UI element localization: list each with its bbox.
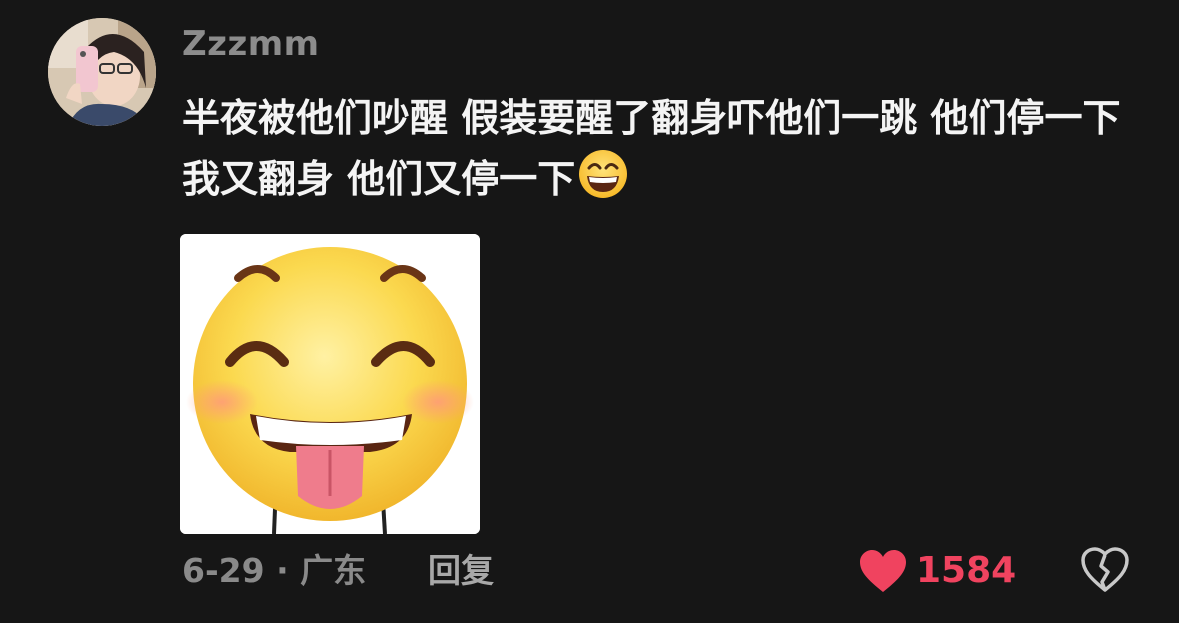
comment-text-block: 半夜被他们吵醒 假装要醒了翻身吓他们一跳 他们停一下 我又翻身 他们又停一下 <box>182 88 1142 209</box>
comment-item: Zzzmm 半夜被他们吵醒 假装要醒了翻身吓他们一跳 他们停一下 我又翻身 他们… <box>0 0 1179 623</box>
user-avatar[interactable] <box>48 18 156 126</box>
heart-icon <box>860 550 906 592</box>
like-count: 1584 <box>916 550 1017 591</box>
username[interactable]: Zzzmm <box>182 24 320 64</box>
date-location: 6-29 · 广东 <box>182 551 367 590</box>
comment-text: 半夜被他们吵醒 假装要醒了翻身吓他们一跳 他们停一下 我又翻身 他们又停一下 <box>182 96 1121 201</box>
dislike-button[interactable] <box>1080 546 1130 594</box>
grinning-face-emoji-icon <box>577 148 629 200</box>
reply-button[interactable]: 回复 <box>428 548 494 594</box>
tongue-out-smiley-sticker[interactable] <box>180 234 480 534</box>
broken-heart-icon <box>1081 547 1129 592</box>
like-button[interactable]: 1584 <box>858 546 1016 596</box>
